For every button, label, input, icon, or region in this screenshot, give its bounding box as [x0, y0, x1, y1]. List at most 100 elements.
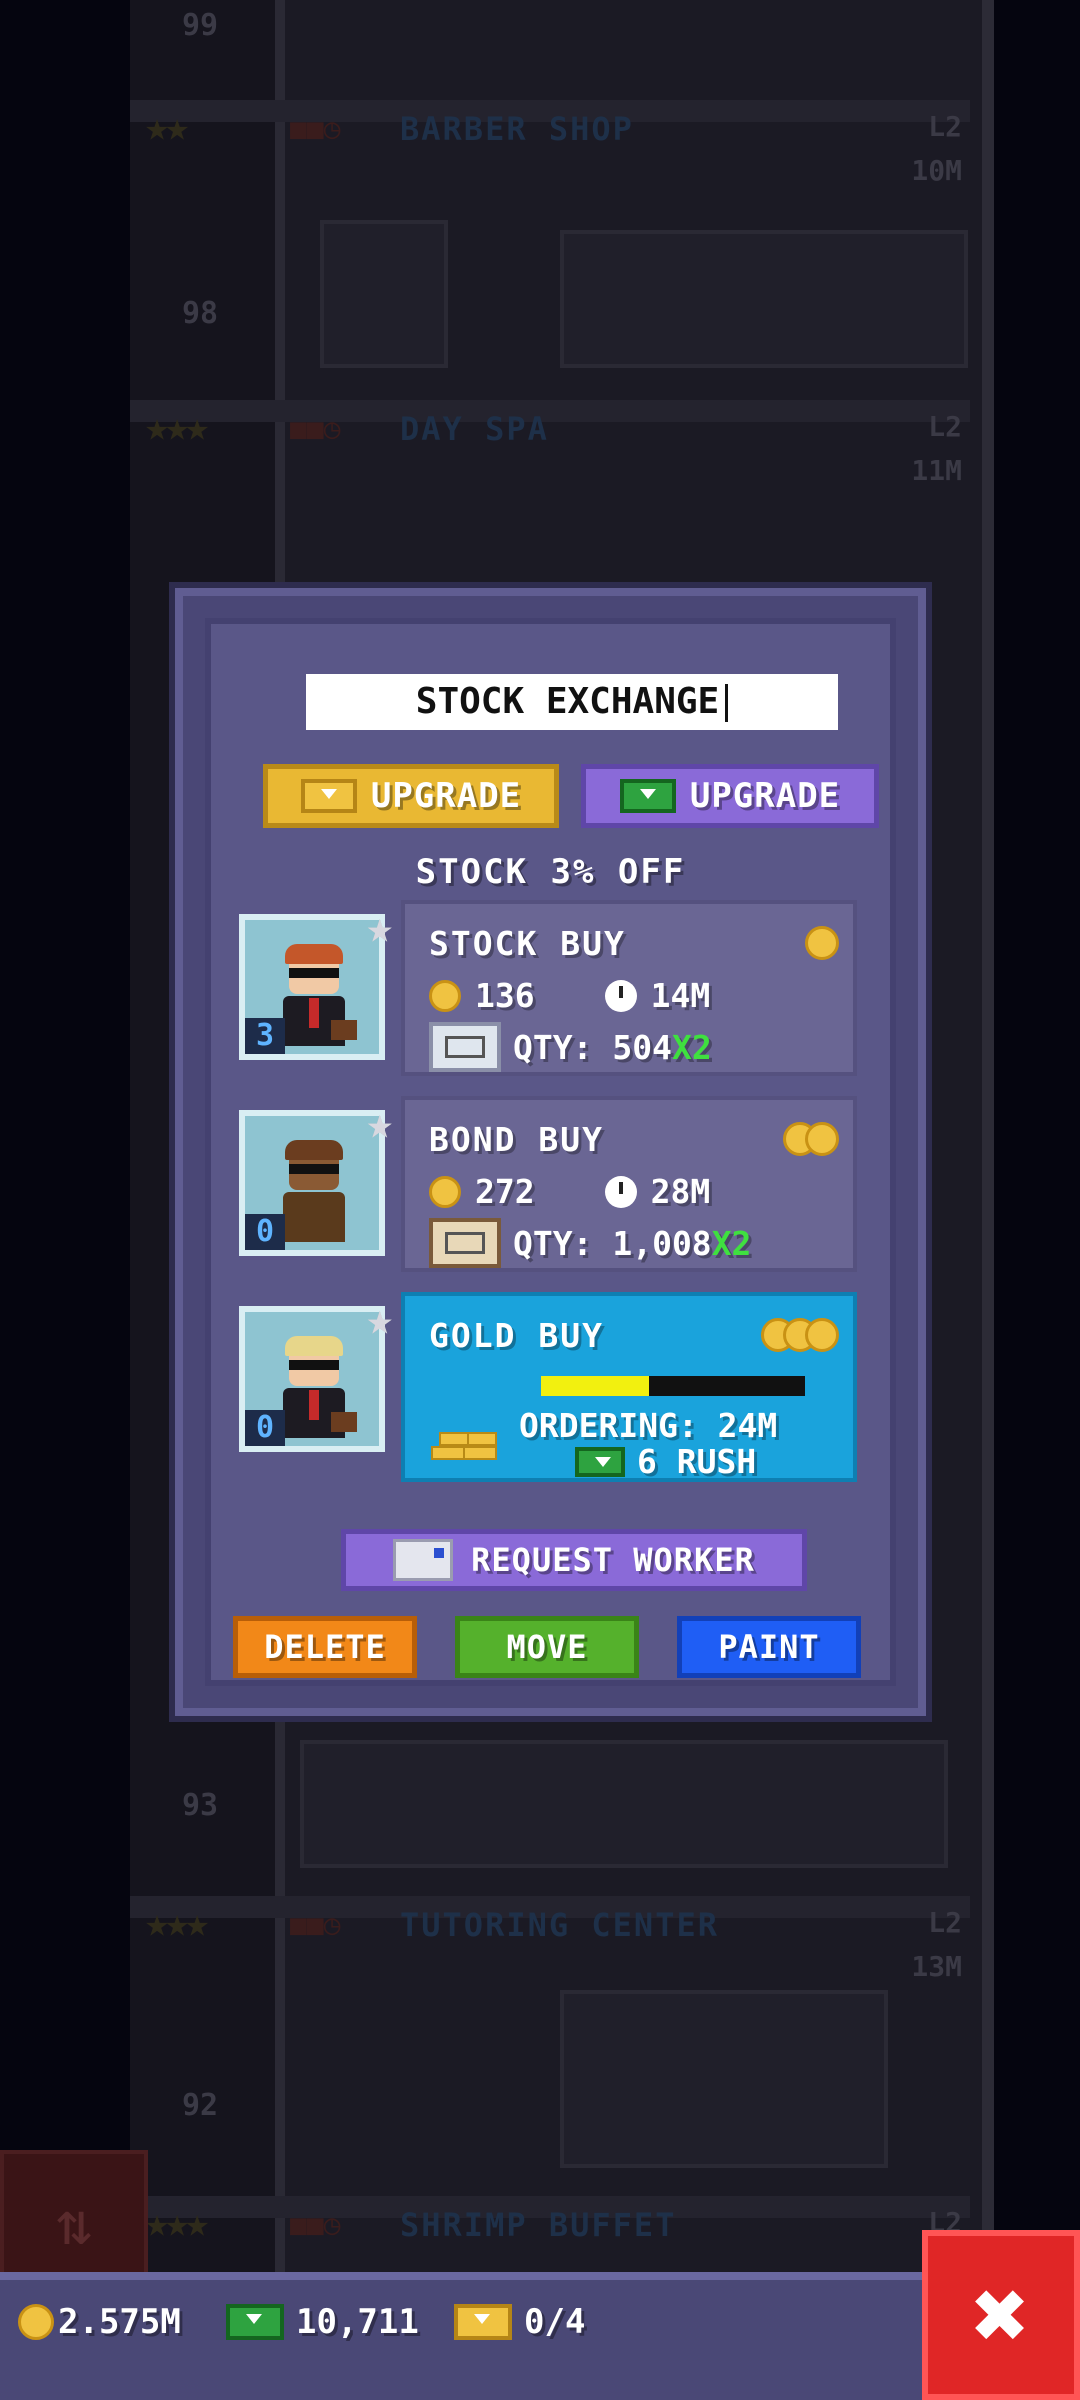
floor-stars: ★★★ [145, 1900, 209, 1946]
floor-status-icons: ■■◷ [290, 412, 341, 445]
sunglasses-icon [289, 1164, 339, 1174]
room-prop [300, 1740, 948, 1868]
bux-value: 10,711 [296, 2302, 419, 2342]
tickets-value: 0/4 [524, 2302, 586, 2342]
product-qty-row: QTY: 504 X2 [429, 1022, 712, 1072]
product-time: 14M [650, 976, 711, 1015]
floor-time: 10M [911, 154, 962, 187]
order-progress-bar [541, 1376, 805, 1396]
floor-number: 92 [181, 2088, 219, 2123]
worker-slot-1[interactable]: ★ 3 [239, 902, 393, 1060]
sunglasses-icon [289, 1360, 339, 1370]
product-tier [761, 1318, 839, 1352]
worker-skill-count: 0 [245, 1410, 285, 1446]
delete-button[interactable]: DELETE [233, 1616, 417, 1678]
product-multiplier: X2 [671, 1027, 712, 1067]
order-progress-fill [541, 1376, 650, 1396]
upgrade-bux-button[interactable]: UPGRADE [581, 764, 879, 828]
floor-name[interactable]: SHRIMP BUFFET [400, 2206, 676, 2244]
coins-stat: 2.575M [18, 2302, 181, 2342]
worker-tie [309, 998, 319, 1028]
worker-skill-count: 3 [245, 1018, 285, 1054]
product-title: STOCK BUY [429, 924, 626, 963]
floor-status-icons: ■■◷ [290, 1908, 341, 1941]
dream-job-star-icon: ★ [366, 1098, 394, 1149]
bux-stat[interactable]: 10,711 [226, 2302, 419, 2342]
product-card-bond[interactable]: BOND BUY 272 28M QTY: 1,008 X2 [401, 1096, 857, 1272]
dream-job-star-icon: ★ [366, 1294, 394, 1345]
floor-status-icons: ■■◷ [290, 112, 341, 145]
briefcase-icon [331, 1412, 357, 1432]
tower-bux-icon [226, 2304, 284, 2340]
rush-label: 6 RUSH [637, 1442, 757, 1481]
room-prop [320, 220, 448, 368]
floor-divider [130, 400, 970, 422]
floor-dialog: STOCK EXCHANGE UPGRADE UPGRADE STOCK 3% … [175, 588, 926, 1716]
tier-coin-icon [805, 1122, 839, 1156]
product-qty: QTY: 1,008 [513, 1223, 712, 1263]
product-time: 28M [650, 1172, 711, 1211]
text-caret [725, 684, 729, 722]
floor-stars: ★★ [145, 104, 189, 150]
floor-level: L2 [928, 1906, 962, 1939]
ordering-status: ORDERING: 24M [519, 1406, 778, 1445]
upgrade-coin-button[interactable]: UPGRADE [263, 764, 559, 828]
floor-number: 99 [181, 8, 219, 43]
floor-name[interactable]: TUTORING CENTER [400, 1906, 719, 1944]
floor-name[interactable]: BARBER SHOP [400, 110, 634, 148]
product-card-stock[interactable]: STOCK BUY 136 14M QTY: 504 X2 [401, 900, 857, 1076]
bond-certificate-icon [429, 1218, 501, 1268]
request-worker-label: REQUEST WORKER [471, 1541, 755, 1579]
product-title: GOLD BUY [429, 1316, 604, 1355]
move-button[interactable]: MOVE [455, 1616, 639, 1678]
floor-number: 98 [181, 296, 219, 331]
floor-name-input[interactable]: STOCK EXCHANGE [306, 674, 838, 730]
floor-status-icons: ■■◷ [290, 2208, 341, 2241]
product-tier [783, 1122, 839, 1156]
up-down-arrows-icon: ⇅ [55, 2189, 93, 2259]
dream-job-star-icon: ★ [366, 902, 394, 953]
close-button[interactable]: ✖ [922, 2230, 1080, 2400]
product-title: BOND BUY [429, 1120, 604, 1159]
tickets-stat[interactable]: 0/4 [454, 2302, 585, 2342]
product-cost-time: 272 28M [429, 1172, 710, 1211]
paint-button[interactable]: PAINT [677, 1616, 861, 1678]
room-prop [560, 230, 968, 368]
request-worker-button[interactable]: REQUEST WORKER [341, 1529, 807, 1591]
product-cost-time: 136 14M [429, 976, 710, 1015]
worker-tie [309, 1390, 319, 1420]
room-prop [560, 1990, 888, 2168]
rush-button[interactable]: 6 RUSH [575, 1442, 756, 1481]
worker-slot-3[interactable]: ★ 0 [239, 1294, 393, 1452]
product-qty-row: QTY: 1,008 X2 [429, 1218, 751, 1268]
golden-ticket-icon [300, 779, 357, 813]
product-cost: 136 [475, 976, 535, 1015]
coin-icon [18, 2304, 54, 2340]
floor-time: 13M [911, 1950, 962, 1983]
tier-coin-icon [805, 926, 839, 960]
floor-time: 11M [911, 454, 962, 487]
worker-skill-count: 0 [245, 1214, 285, 1250]
product-cost: 272 [475, 1172, 535, 1211]
coin-icon [429, 1175, 461, 1208]
worker-hair [285, 1336, 343, 1356]
floor-level: L2 [928, 110, 962, 143]
floor-number: 93 [181, 1788, 219, 1823]
clock-icon [604, 979, 637, 1012]
tower-bux-icon [575, 1446, 625, 1477]
upgrade-coin-label: UPGRADE [370, 776, 522, 816]
coin-icon [429, 979, 461, 1012]
floor-name[interactable]: DAY SPA [400, 410, 549, 448]
sunglasses-icon [289, 968, 339, 978]
worker-slot-2[interactable]: ★ 0 [239, 1098, 393, 1256]
floor-stars: ★★★ [145, 2200, 209, 2246]
worker-hair [285, 1140, 343, 1160]
currency-bar: 2.575M 10,711 0/4 [0, 2272, 1080, 2400]
envelope-icon [393, 1539, 454, 1581]
worker-hair [285, 944, 343, 964]
floor-level: L2 [928, 410, 962, 443]
product-card-gold[interactable]: GOLD BUY ORDERING: 24M 6 RUSH [401, 1292, 857, 1482]
tower-bux-icon [619, 779, 676, 813]
upgrade-bux-label: UPGRADE [689, 776, 841, 816]
dialog-panel: STOCK EXCHANGE UPGRADE UPGRADE STOCK 3% … [205, 618, 896, 1686]
